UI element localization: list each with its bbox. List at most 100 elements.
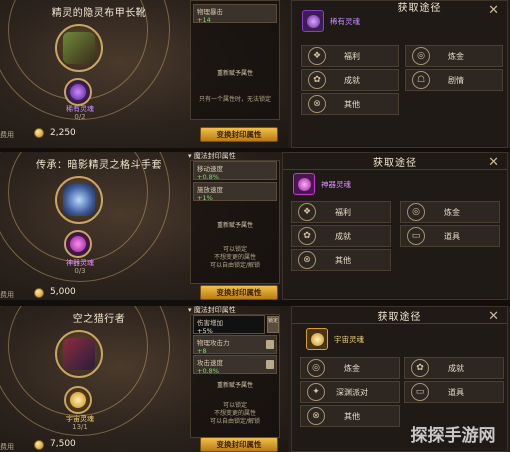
source-card[interactable]: ▭ 道具 [400,225,500,247]
source-card[interactable]: ✦ 深渊派对 [300,381,400,403]
source-card[interactable]: ❖ 福利 [301,45,399,67]
source-card[interactable]: ◎ 炼金 [405,45,503,67]
stat-value: +0.8% [197,367,219,375]
soul-icon [293,173,315,195]
alchemy-icon: ◎ [407,203,425,221]
source-card[interactable]: ✿ 成就 [291,225,391,247]
source-item-header: 宇宙灵魂 [306,327,364,351]
story-icon: ☖ [412,71,430,89]
gift-icon: ❖ [298,203,316,221]
gold-coin-icon [34,440,44,450]
stat-row[interactable]: 攻击速度 +0.8% [193,355,277,375]
stat-name: 物理暴击 [197,8,223,16]
soul-slot[interactable] [64,78,92,106]
source-card[interactable]: ⊗ 其他 [291,249,391,271]
source-card[interactable]: ◎ 炼金 [400,201,500,223]
soul-count: 0/2 [74,113,86,121]
source-dialog-1: 稀有灵魂 获取途径 ✕ ❖ 福利 ◎ 炼金 ✿ 成就 ☖ 剧情 ⊗ 其他 [291,0,508,148]
item-title: 传承：暗影精灵之格斗手套 [36,160,162,171]
stat-row[interactable]: 物理攻击力 +8 [193,335,277,355]
item-display-3: 空之猎行者 宇宙灵魂 13/1 费用 7,500 ▾ 魔法封印属性 伤害增加 +… [0,306,288,452]
lock-note: 可以锁定 不想变更的属性 可以自由锁定/解锁 [193,402,277,426]
reroll-label: 重新赋予属性 [216,382,253,389]
note-line: 不想变更的属性 [213,254,256,261]
enhance-panel-1: 精灵的隐灵布甲长靴 稀有灵魂 0/2 费用 2,250 物理暴击 +14 重新赋… [0,0,510,148]
soul-icon [70,392,86,408]
note-line: 只有一个属性时，无法锁定 [198,96,271,103]
close-icon[interactable]: ✕ [488,3,499,18]
source-card[interactable]: ✿ 成就 [301,69,399,91]
stat-row[interactable]: 物理暴击 +14 [193,4,277,24]
other-icon: ⊗ [307,407,325,425]
stat-value: +5% [197,327,213,335]
soul-slot[interactable] [64,386,92,414]
soul-icon [302,10,324,32]
source-card[interactable]: ❖ 福利 [291,201,391,223]
soul-count: 0/3 [74,267,86,275]
enhance-panel-2: 传承：暗影精灵之格斗手套 神器灵魂 0/3 费用 5,000 ▾ 魔法封印属性 … [0,152,510,300]
swap-seal-button[interactable]: 变换封印属性 [200,127,278,142]
source-item-name: 稀有灵魂 [330,16,360,26]
swap-seal-button[interactable]: 变换封印属性 [200,437,278,452]
note-line: 可以自由锁定/解锁 [209,262,261,269]
stat-name: 移动速度 [197,165,223,173]
dialog-title: 获取途径 [373,158,417,169]
item-box-icon: ▭ [407,227,425,245]
stat-name: 物理攻击力 [197,339,230,347]
stat-value: +8 [197,347,207,355]
item-slot[interactable] [55,176,103,224]
attribute-header-label: 魔法封印属性 [193,306,236,314]
item-title: 精灵的隐灵布甲长靴 [51,8,147,19]
cost-label: 费用 [0,443,14,451]
lock-note: 只有一个属性时，无法锁定 [193,96,277,104]
item-box-icon: ▭ [411,383,429,401]
item-slot[interactable] [55,330,103,378]
lock-note: 可以锁定 不想变更的属性 可以自由锁定/解锁 [193,246,277,270]
stat-name: 施放速度 [197,186,223,194]
gloves-icon [63,184,95,216]
cost-label: 费用 [0,291,14,299]
stat-name: 攻击速度 [197,359,223,367]
note-line: 不想变更的属性 [213,410,256,417]
soul-slot[interactable] [64,230,92,258]
source-card[interactable]: ▭ 道具 [404,381,504,403]
close-icon[interactable]: ✕ [488,309,499,324]
alchemy-icon: ◎ [307,359,325,377]
alchemy-icon: ◎ [412,47,430,65]
stat-row[interactable]: 伤害增加 +5% [193,315,265,335]
soul-icon [306,328,328,350]
source-dialog-2: 获取途径 ✕ 神器灵魂 ❖ 福利 ◎ 炼金 ✿ 成就 ▭ 道具 ⊗ 其他 [282,152,508,300]
source-card[interactable]: ☖ 剧情 [405,69,503,91]
source-card[interactable]: ✿ 成就 [404,357,504,379]
note-line: 可以锁定 [222,402,247,409]
gold-coin-icon [34,288,44,298]
cost-label: 费用 [0,131,14,139]
note-line: 可以锁定 [222,246,247,253]
source-item-header: 神器灵魂 [293,172,351,196]
gold-coin-icon [34,128,44,138]
lock-icon[interactable] [266,340,274,349]
lock-toggle-button[interactable]: 锁定 [267,316,279,333]
source-card[interactable]: ⊗ 其他 [300,405,400,427]
title-divider [292,323,507,324]
stat-row[interactable]: 施放速度 +1% [193,182,277,202]
lock-icon[interactable] [266,360,274,369]
source-item-name: 宇宙灵魂 [334,334,364,344]
attribute-header-label: 魔法封印属性 [193,152,236,160]
achievement-icon: ✿ [308,71,326,89]
stat-row[interactable]: 移动速度 +0.8% [193,161,277,181]
source-item-name: 神器灵魂 [321,179,351,189]
gift-icon: ❖ [308,47,326,65]
other-icon: ⊗ [298,251,316,269]
stat-name: 伤害增加 [197,319,223,327]
swap-seal-button[interactable]: 变换封印属性 [200,285,278,300]
achievement-icon: ✿ [411,359,429,377]
source-card[interactable]: ⊗ 其他 [301,93,399,115]
source-card[interactable]: ◎ 炼金 [300,357,400,379]
stat-value: +14 [197,16,211,24]
close-icon[interactable]: ✕ [488,155,499,170]
other-icon: ⊗ [308,95,326,113]
site-watermark: 探探手游网 [410,425,496,446]
cost-value: 2,250 [50,128,76,138]
item-slot[interactable] [55,24,103,72]
